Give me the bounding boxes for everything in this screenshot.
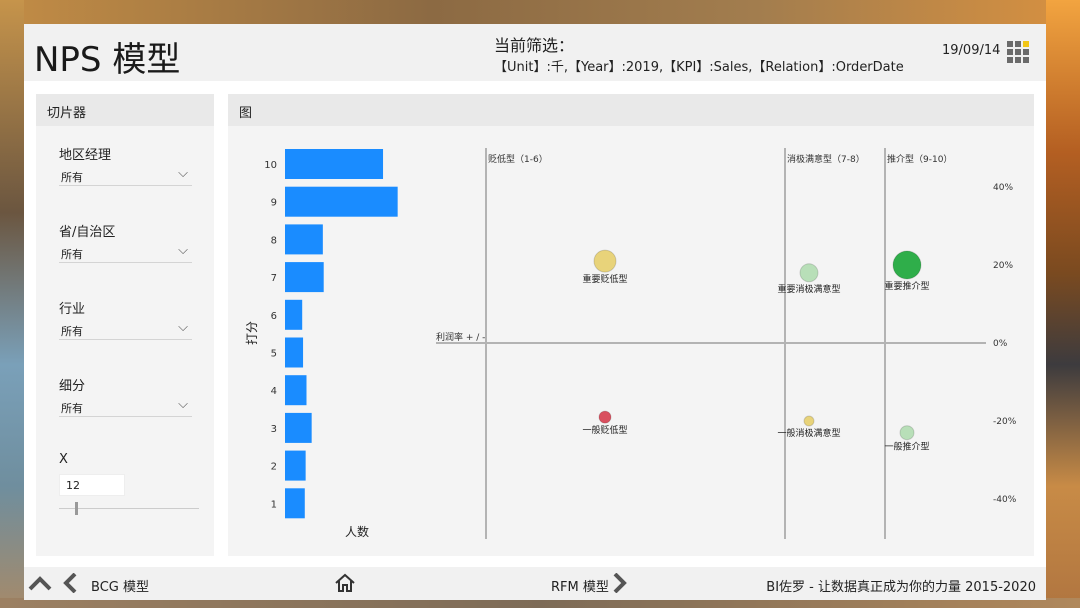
- slicer-label-industry: 行业: [59, 302, 86, 317]
- y-tick-label: 1: [271, 499, 277, 510]
- bcg-model-link[interactable]: BCG 模型: [91, 576, 149, 595]
- scatter-point: [892, 250, 922, 280]
- scatter-point: [799, 263, 819, 283]
- report-footer: BCG 模型 RFM 模型 BI佐罗 - 让数据真正成为你的力量 2015-20…: [24, 567, 1046, 600]
- bar-score-8: [285, 224, 323, 255]
- y-tick-label: 4: [271, 386, 277, 397]
- chevron-right-icon[interactable]: [612, 573, 628, 593]
- report-date: 19/09/14: [942, 43, 1001, 58]
- y-tick-label: 8: [271, 235, 277, 246]
- slicer-panel-title: 切片器: [36, 94, 214, 126]
- slicer-dropdown-value: 所有: [61, 248, 83, 261]
- bar-score-10: [285, 149, 384, 179]
- report-body: 切片器 地区经理 所有 ⌵ 省/自治区 所有 ⌵ 行业 所有 ⌵ 细分 所有 ⌵…: [24, 81, 1046, 567]
- bar-score-6: [285, 299, 303, 330]
- wallpaper-left: [0, 0, 24, 608]
- slicer-dropdown-region-manager[interactable]: 所有 ⌵: [59, 165, 192, 186]
- scatter-point: [593, 249, 617, 273]
- slicer-label-segment: 细分: [59, 379, 86, 394]
- grid-menu-icon[interactable]: [1007, 41, 1029, 63]
- scatter-point: [803, 415, 815, 427]
- bar-score-4: [285, 375, 307, 406]
- grid-cell: [1007, 49, 1013, 55]
- segment-header: 贬低型（1-6）: [488, 153, 548, 165]
- current-filter-text: 【Unit】:千,【Year】:2019,【KPI】:Sales,【Relati…: [494, 60, 904, 75]
- grid-cell: [1023, 41, 1029, 47]
- bar-score-5: [285, 337, 304, 368]
- y-tick-label: 9: [271, 198, 277, 209]
- y-tick-label: 0%: [993, 339, 1008, 349]
- slicer-dropdown-industry[interactable]: 所有 ⌵: [59, 319, 192, 340]
- rfm-model-link[interactable]: RFM 模型: [551, 576, 609, 595]
- grid-cell: [1015, 49, 1021, 55]
- chevron-left-icon[interactable]: [62, 573, 78, 593]
- point-label: 重要推介型: [884, 280, 929, 292]
- chevron-down-icon: ⌵: [178, 320, 188, 335]
- x-slider-handle[interactable]: [75, 502, 78, 515]
- grid-cell: [1023, 57, 1029, 63]
- x-value-input[interactable]: 12: [59, 474, 125, 496]
- slicer-label-region-manager: 地区经理: [59, 148, 112, 163]
- current-filter-label: 当前筛选：: [494, 36, 575, 55]
- y-tick-label: -20%: [993, 417, 1017, 427]
- x-axis-label: 利润率 + / -: [436, 331, 485, 343]
- scatter-point: [899, 425, 915, 441]
- chart-panel: 图 10 9 8 7 6 5 4 3 2 1 人数 打分 贬低型（1-6） 消极满意型（7-8） 推介型（9…: [228, 94, 1034, 556]
- y-tick-label: 40%: [993, 183, 1013, 193]
- x-axis-label: 人数: [345, 524, 369, 539]
- y-tick-label: 20%: [993, 261, 1013, 271]
- home-icon[interactable]: [334, 573, 356, 593]
- point-label: 一般消极满意型: [777, 427, 840, 439]
- report-header: NPS 模型 当前筛选： 【Unit】:千,【Year】:2019,【KPI】:…: [24, 24, 1046, 81]
- bar-score-7: [285, 262, 324, 293]
- grid-cell: [1015, 57, 1021, 63]
- slicer-panel: 切片器 地区经理 所有 ⌵ 省/自治区 所有 ⌵ 行业 所有 ⌵ 细分 所有 ⌵…: [36, 94, 214, 556]
- y-tick-label: 2: [271, 462, 277, 473]
- slicer-dropdown-segment[interactable]: 所有 ⌵: [59, 396, 192, 417]
- y-tick-label: 6: [271, 311, 277, 322]
- scatter-point: [598, 410, 612, 424]
- segment-header: 消极满意型（7-8）: [787, 153, 865, 165]
- point-label: 一般贬低型: [582, 424, 627, 436]
- slicer-dropdown-province[interactable]: 所有 ⌵: [59, 242, 192, 263]
- segment-header: 推介型（9-10）: [887, 153, 952, 165]
- chevron-up-icon[interactable]: [28, 573, 52, 593]
- slicer-label-province: 省/自治区: [59, 225, 116, 240]
- slicer-dropdown-value: 所有: [61, 402, 83, 415]
- footer-credit: BI佐罗 - 让数据真正成为你的力量 2015-2020: [766, 580, 1036, 595]
- chevron-down-icon: ⌵: [178, 243, 188, 258]
- grid-cell: [1007, 57, 1013, 63]
- report-page: NPS 模型 当前筛选： 【Unit】:千,【Year】:2019,【KPI】:…: [24, 24, 1046, 600]
- grid-cell: [1015, 41, 1021, 47]
- slicer-label-x: X: [59, 452, 68, 467]
- slicer-dropdown-value: 所有: [61, 171, 83, 184]
- bar-score-3: [285, 412, 312, 443]
- y-tick-label: 3: [271, 424, 277, 435]
- bar-score-2: [285, 450, 306, 481]
- grid-cell: [1007, 41, 1013, 47]
- y-axis-label: 打分: [245, 321, 259, 345]
- x-slider-track[interactable]: [59, 508, 199, 509]
- y-tick-label: 7: [271, 273, 277, 284]
- slicer-dropdown-value: 所有: [61, 325, 83, 338]
- page-title: NPS 模型: [34, 40, 181, 80]
- y-tick-label: 5: [271, 349, 277, 360]
- point-label: 一般推介型: [884, 441, 929, 453]
- nps-chart: 10 9 8 7 6 5 4 3 2 1 人数 打分 贬低型（1-6） 消极满意型（7-8） 推介型（9-1…: [245, 148, 1017, 539]
- point-label: 重要贬低型: [582, 273, 627, 285]
- y-tick-label: 10: [264, 160, 277, 171]
- grid-cell: [1023, 49, 1029, 55]
- chevron-down-icon: ⌵: [178, 397, 188, 412]
- bar-score-1: [285, 488, 305, 519]
- wallpaper-top: [0, 0, 1080, 24]
- chevron-down-icon: ⌵: [178, 166, 188, 181]
- point-label: 重要消极满意型: [777, 283, 840, 295]
- wallpaper-right: [1046, 0, 1080, 608]
- y-tick-label: -40%: [993, 495, 1017, 505]
- bar-score-9: [285, 186, 398, 217]
- chart-panel-title: 图: [228, 94, 1034, 126]
